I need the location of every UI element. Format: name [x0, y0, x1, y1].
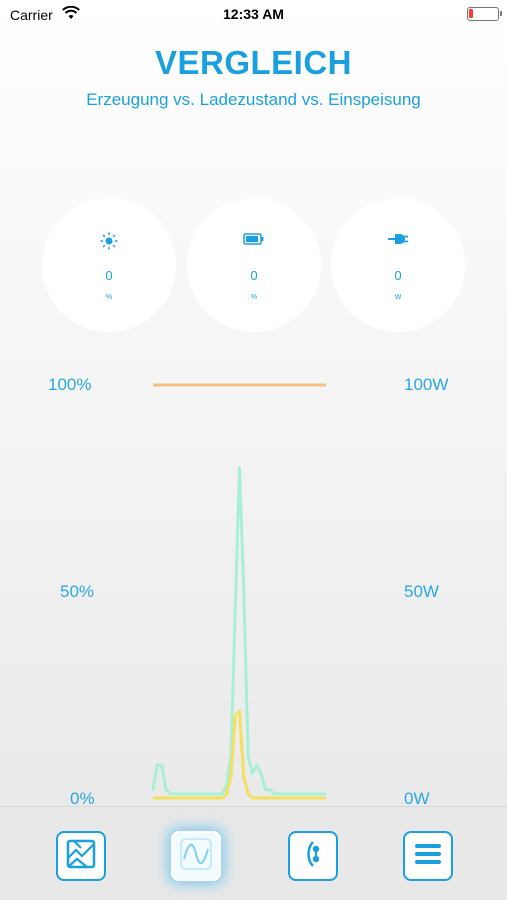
- series-line-2: [153, 709, 326, 800]
- sun-icon: [42, 232, 176, 250]
- feed-in-gauge: 0 W: [331, 198, 465, 332]
- charge-gauge: 0 %: [187, 198, 321, 332]
- wave-icon: [179, 837, 213, 876]
- plug-icon: [331, 232, 465, 250]
- picture-icon: [65, 838, 97, 875]
- generation-value: 0: [105, 268, 113, 283]
- battery-icon: [187, 232, 321, 250]
- status-bar: Carrier 12:33 AM: [0, 0, 507, 30]
- clock: 12:33 AM: [223, 6, 284, 22]
- tab-comparison[interactable]: [171, 831, 221, 881]
- page-title: VERGLEICH: [154, 44, 353, 81]
- tab-overview[interactable]: [56, 831, 106, 881]
- generation-unit: %: [105, 294, 113, 301]
- series-line-1: [151, 466, 326, 796]
- feed-in-unit: W: [394, 294, 402, 301]
- generation-gauge: 0 %: [42, 198, 176, 332]
- tab-connection[interactable]: [288, 831, 338, 881]
- comparison-chart: [151, 383, 326, 800]
- feed-in-value: 0: [394, 268, 402, 283]
- connection-icon: [297, 838, 329, 875]
- menu-icon: [412, 838, 444, 875]
- tab-menu[interactable]: [403, 831, 453, 881]
- charge-unit: %: [250, 294, 258, 301]
- battery-status-icon: [467, 7, 502, 21]
- page-subtitle: Erzeugung vs. Ladezustand vs. Einspeisun…: [86, 90, 421, 109]
- charge-value: 0: [250, 268, 258, 283]
- tab-bar: [0, 806, 507, 900]
